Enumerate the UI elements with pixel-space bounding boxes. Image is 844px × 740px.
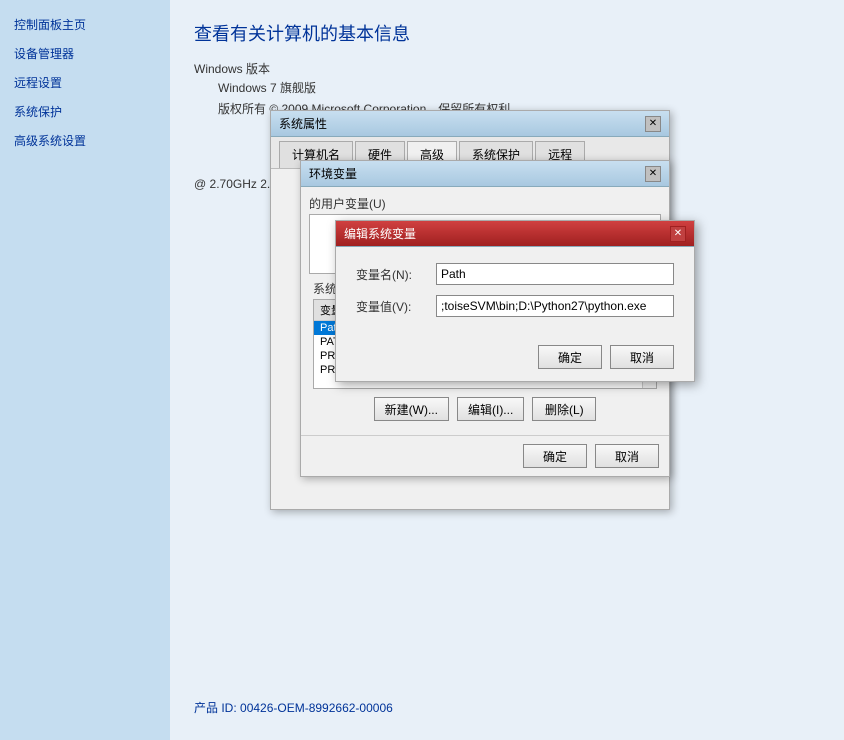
edit-var-buttons: 确定 取消 [336, 345, 694, 381]
windows-version-label: Windows 版本 [194, 60, 820, 77]
envvars-bottom-buttons: 确定 取消 [301, 435, 669, 476]
edit-var-body: 变量名(N): 变量值(V): [336, 247, 694, 339]
envvars-action-buttons: 新建(W)... 编辑(I)... 删除(L) [309, 391, 661, 427]
edit-var-ok-button[interactable]: 确定 [538, 345, 602, 369]
product-id-label: 产品 ID: [194, 701, 237, 715]
edit-var-value-row: 变量值(V): [356, 295, 674, 317]
envvars-cancel-button[interactable]: 取消 [595, 444, 659, 468]
envvars-titlebar: 环境变量 ✕ [301, 161, 669, 187]
sysprops-close-button[interactable]: ✕ [645, 116, 661, 132]
sidebar-item-system-protection[interactable]: 系统保护 [0, 97, 170, 126]
edit-var-name-label: 变量名(N): [356, 266, 436, 283]
envvars-close-button[interactable]: ✕ [645, 166, 661, 182]
edit-var-name-input[interactable] [436, 263, 674, 285]
edit-var-value-input[interactable] [436, 295, 674, 317]
page-title: 查看有关计算机的基本信息 [194, 20, 820, 46]
edit-var-value-label: 变量值(V): [356, 298, 436, 315]
edit-var-close-button[interactable]: ✕ [670, 226, 686, 242]
envvars-title: 环境变量 [309, 165, 357, 182]
product-id-value: 00426-OEM-8992662-00006 [240, 701, 393, 715]
sidebar-item-remote-settings[interactable]: 远程设置 [0, 68, 170, 97]
sidebar-item-advanced-settings[interactable]: 高级系统设置 [0, 126, 170, 155]
sidebar: 控制面板主页 设备管理器 远程设置 系统保护 高级系统设置 [0, 0, 170, 740]
edit-var-titlebar: 编辑系统变量 ✕ [336, 221, 694, 247]
windows-version-value: Windows 7 旗舰版 [218, 79, 820, 96]
user-var-section-label: 的用户变量(U) [309, 195, 661, 212]
edit-var-name-row: 变量名(N): [356, 263, 674, 285]
edit-var-cancel-button[interactable]: 取消 [610, 345, 674, 369]
product-id: 产品 ID: 00426-OEM-8992662-00006 [194, 699, 393, 716]
edit-var-dialog: 编辑系统变量 ✕ 变量名(N): 变量值(V): 确定 取消 [335, 220, 695, 382]
sidebar-item-device-manager[interactable]: 设备管理器 [0, 39, 170, 68]
envvars-new-button[interactable]: 新建(W)... [374, 397, 449, 421]
envvars-edit-button[interactable]: 编辑(I)... [457, 397, 524, 421]
sidebar-item-control-panel[interactable]: 控制面板主页 [0, 10, 170, 39]
main-content: 查看有关计算机的基本信息 Windows 版本 Windows 7 旗舰版 版权… [170, 0, 844, 740]
sysprops-title: 系统属性 [279, 115, 327, 132]
envvars-delete-button[interactable]: 删除(L) [532, 397, 596, 421]
envvars-ok-button[interactable]: 确定 [523, 444, 587, 468]
sysprops-titlebar: 系统属性 ✕ [271, 111, 669, 137]
edit-var-title: 编辑系统变量 [344, 225, 416, 242]
